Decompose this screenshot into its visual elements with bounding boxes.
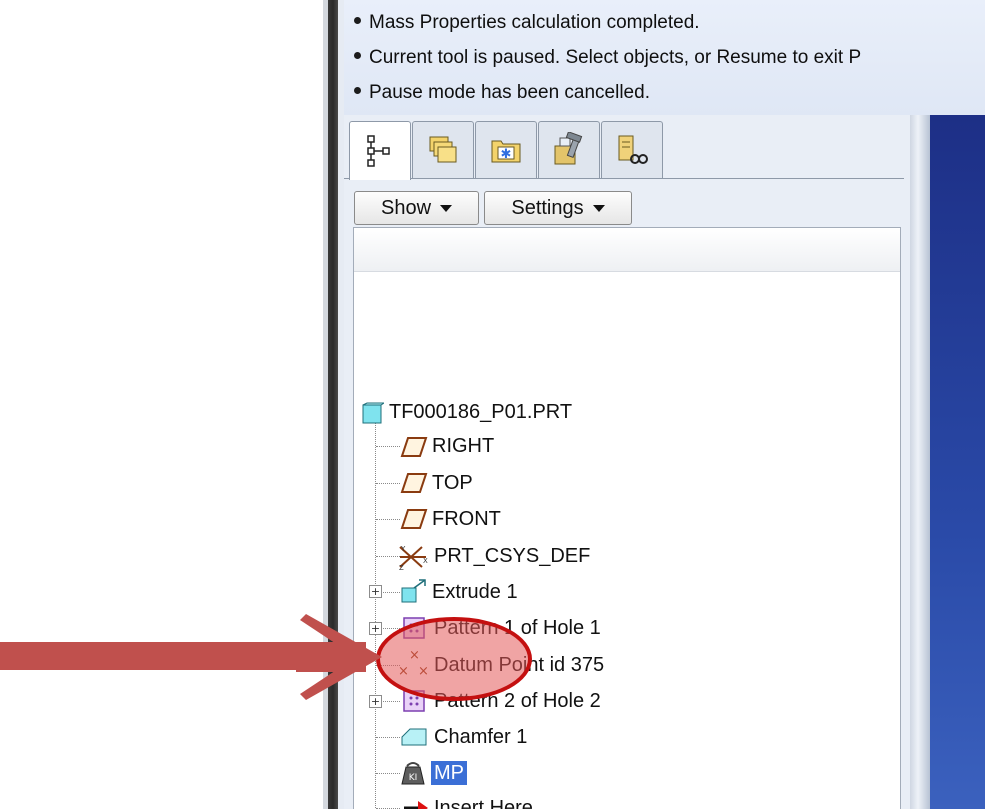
model-tree[interactable]: TF000186_P01.PRT RIGHT TOP FRONT Y X Z P… <box>353 227 901 809</box>
message-text: Current tool is paused. Select objects, … <box>369 47 862 68</box>
navigator-panel: ✱ Show Settings TF000186_P01.PRT RIGHT T… <box>344 115 910 809</box>
settings-button-label: Settings <box>511 196 584 219</box>
svg-text:Z: Z <box>399 564 404 571</box>
tree-item-label[interactable]: TOP <box>432 471 473 495</box>
show-button-label: Show <box>380 196 432 219</box>
message-text: Mass Properties calculation completed. <box>369 12 700 33</box>
expand-icon[interactable]: + <box>369 585 382 598</box>
screenshot-canvas: Mass Properties calculation completed. C… <box>0 0 985 809</box>
tree-root-label[interactable]: TF000186_P01.PRT <box>389 400 572 424</box>
annotation-arrow-icon <box>296 614 382 700</box>
tree-item-label[interactable]: RIGHT <box>432 434 494 458</box>
layers-icon <box>618 135 648 164</box>
message-line: Current tool is paused. Select objects, … <box>354 47 861 69</box>
tree-guide-line <box>376 773 400 774</box>
part-icon <box>362 402 384 424</box>
coordinate-system-icon: Y X Z <box>399 545 428 571</box>
annotation-highlight-circle <box>376 617 532 701</box>
message-area: Mass Properties calculation completed. C… <box>344 0 985 116</box>
graphics-window-border[interactable] <box>910 115 930 809</box>
tab-layers[interactable] <box>601 121 663 178</box>
tab-folder-browser[interactable] <box>412 121 474 178</box>
show-button[interactable]: Show <box>354 191 479 225</box>
favorites-icon: ✱ <box>491 140 521 163</box>
tree-item-label[interactable]: Extrude 1 <box>432 580 518 604</box>
mass-properties-icon: KI <box>401 762 425 785</box>
tree-guide-line <box>376 483 400 484</box>
message-line: Mass Properties calculation completed. <box>354 12 700 34</box>
datum-plane-icon <box>400 437 428 457</box>
tree-guide-line <box>376 737 400 738</box>
tree-item-label[interactable]: Insert Here <box>434 796 533 809</box>
tab-model-tree[interactable] <box>349 121 411 180</box>
insert-arrow-icon <box>404 801 428 809</box>
datum-plane-icon <box>400 473 428 493</box>
caret-down-icon <box>440 204 453 212</box>
tree-item-label[interactable]: FRONT <box>432 507 501 531</box>
bullet-icon <box>354 17 361 25</box>
extrude-icon <box>401 579 426 603</box>
svg-text:✱: ✱ <box>501 147 512 162</box>
svg-text:Y: Y <box>400 545 406 553</box>
caret-down-icon <box>592 204 605 212</box>
graphics-window[interactable] <box>930 115 985 809</box>
connections-icon <box>554 132 583 165</box>
message-text: Pause mode has been cancelled. <box>369 82 650 103</box>
folder-browser-icon <box>429 136 457 163</box>
svg-text:X: X <box>423 557 428 565</box>
model-tree-header <box>354 228 900 272</box>
model-tree-icon <box>367 135 390 167</box>
tree-item-label[interactable]: Chamfer 1 <box>434 725 527 749</box>
chamfer-icon <box>401 728 427 746</box>
tree-item-label-selected[interactable]: MP <box>431 761 467 785</box>
svg-text:KI: KI <box>409 773 418 783</box>
annotation-arrow-shaft <box>0 642 325 670</box>
tab-connections[interactable] <box>538 121 600 178</box>
tab-favorites[interactable]: ✱ <box>475 121 537 178</box>
tree-guide-line <box>376 446 400 447</box>
tabs-separator <box>344 178 904 179</box>
message-line: Pause mode has been cancelled. <box>354 82 650 104</box>
datum-plane-icon <box>400 509 428 529</box>
tree-item-label[interactable]: PRT_CSYS_DEF <box>434 544 590 568</box>
settings-button[interactable]: Settings <box>484 191 632 225</box>
bullet-icon <box>354 52 361 60</box>
bullet-icon <box>354 87 361 95</box>
tree-guide-line <box>376 519 400 520</box>
